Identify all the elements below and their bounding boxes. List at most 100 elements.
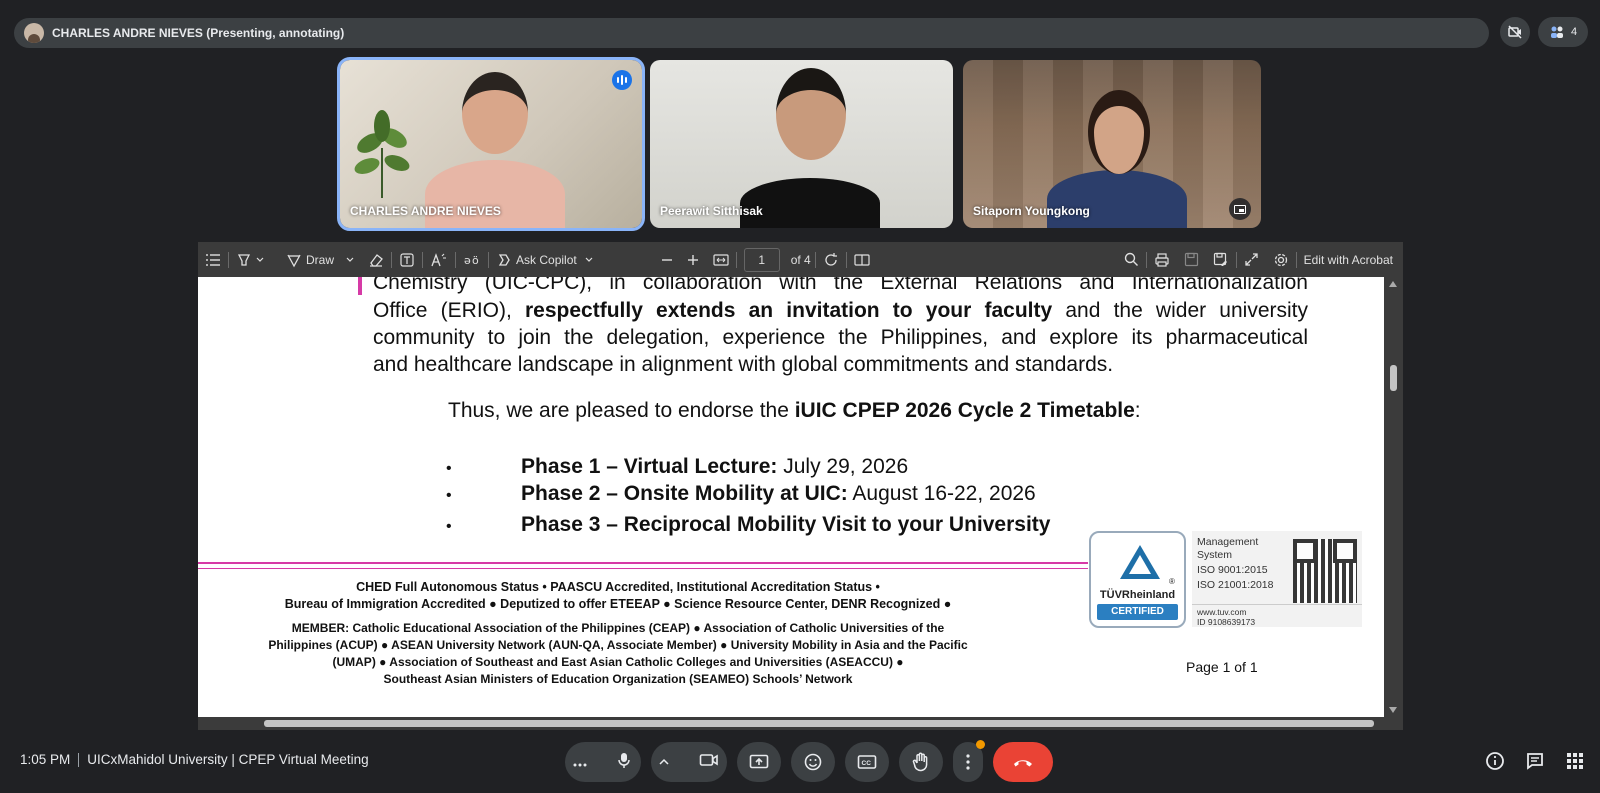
camera-button[interactable]: [699, 752, 719, 773]
mgmt-line: Management: [1197, 536, 1259, 548]
participant-head: [1088, 90, 1150, 174]
copilot-icon: [498, 253, 510, 266]
id-line: ID 9108639173: [1197, 617, 1256, 627]
draw-button[interactable]: Draw: [279, 242, 361, 277]
tuv-certified: CERTIFIED: [1097, 604, 1178, 620]
video-tile-1[interactable]: CHARLES ANDRE NIEVES: [337, 57, 645, 231]
video-tile-2[interactable]: Peerawit Sitthisak: [650, 60, 953, 228]
reactions-button[interactable]: [791, 742, 835, 782]
phase-title: Phase 1 – Virtual Lecture:: [521, 455, 778, 478]
bullet: •: [446, 518, 452, 535]
video-tile-3[interactable]: Sitaporn Youngkong: [963, 60, 1261, 228]
phase-title: Phase 3 – Reciprocal Mobility Visit to y…: [521, 513, 1051, 536]
raise-hand-button[interactable]: [899, 742, 943, 782]
search-button[interactable]: [1117, 242, 1146, 277]
presenter-bar: CHARLES ANDRE NIEVES (Presenting, annota…: [14, 18, 1489, 48]
search-icon: [1124, 252, 1138, 266]
apps-grid-icon: [1567, 753, 1583, 769]
audio-options-button[interactable]: [573, 754, 587, 770]
captions-button[interactable]: CC: [845, 742, 889, 782]
translate-button[interactable]: əö: [456, 242, 488, 277]
fullscreen-button[interactable]: [1237, 242, 1266, 277]
rotate-button[interactable]: [816, 242, 846, 277]
footer-line: Southeast Asian Ministers of Education O…: [383, 672, 853, 686]
tuv-site: www.tuv.com ID 9108639173: [1197, 607, 1255, 627]
management-system-box: Management System ISO 9001:2015 ISO 2100…: [1192, 531, 1362, 627]
page-number-field[interactable]: 1: [737, 242, 787, 277]
side-panel-buttons: [1484, 750, 1586, 772]
footer-rule: [198, 568, 1088, 569]
membership-footer: MEMBER: Catholic Educational Association…: [198, 620, 1038, 688]
zoom-out-button[interactable]: [654, 242, 680, 277]
highlight-button[interactable]: [229, 242, 271, 277]
tuv-registered: ®: [1169, 577, 1175, 586]
pip-icon[interactable]: [1229, 198, 1251, 220]
svg-text:ə: ə: [464, 254, 471, 267]
page-number-input[interactable]: 1: [743, 247, 780, 272]
microphone-button[interactable]: [615, 751, 633, 774]
page-view-button[interactable]: [847, 242, 877, 277]
people-icon: [1550, 26, 1563, 38]
top-right-controls: 4: [1500, 17, 1588, 47]
ask-copilot-button[interactable]: Ask Copilot: [489, 242, 600, 277]
save-button[interactable]: [1177, 242, 1206, 277]
chat-button[interactable]: [1524, 750, 1546, 772]
chat-icon: [1527, 753, 1543, 770]
meeting-details-button[interactable]: [1484, 750, 1506, 772]
hide-self-view-button[interactable]: [1500, 17, 1530, 47]
list-icon: [206, 253, 220, 266]
divider: [1192, 604, 1362, 605]
phase-item: Phase 1 – Virtual Lecture: July 29, 2026: [521, 455, 908, 479]
pdf-page: Chemistry (UIC-CPC), in collaboration wi…: [198, 277, 1384, 717]
meeting-info: 1:05 PM UICxMahidol University | CPEP Vi…: [20, 752, 369, 767]
para-bold-text: respectfully extends an invitation to yo…: [525, 299, 1053, 322]
text-box-icon: [400, 252, 414, 267]
eraser-icon: [370, 253, 383, 267]
leave-call-button[interactable]: [993, 742, 1053, 782]
video-options-button[interactable]: [659, 753, 669, 771]
rotate-icon: [825, 252, 837, 266]
minus-icon: [661, 258, 672, 261]
footer-line: MEMBER: Catholic Educational Association…: [291, 621, 945, 635]
camera-icon: [699, 753, 718, 766]
meeting-controls-bar: 1:05 PM UICxMahidol University | CPEP Vi…: [0, 740, 1600, 790]
erase-button[interactable]: [361, 242, 391, 277]
meeting-time: 1:05 PM: [20, 752, 71, 767]
scroll-down-icon[interactable]: [1389, 707, 1397, 713]
participant-head: [462, 72, 528, 154]
scroll-thumb[interactable]: [264, 720, 1374, 727]
qr-code: [1293, 539, 1357, 603]
horizontal-scrollbar[interactable]: [198, 717, 1403, 730]
present-button[interactable]: [737, 742, 781, 782]
contents-button[interactable]: [198, 242, 228, 277]
edit-label: Edit with Acrobat: [1303, 252, 1393, 267]
fit-page-button[interactable]: [706, 242, 736, 277]
tile-name: CHARLES ANDRE NIEVES: [350, 204, 501, 218]
present-screen-icon: [749, 754, 769, 769]
phase-title: Phase 2 – Onsite Mobility at UIC:: [521, 482, 848, 505]
footer-line: CHED Full Autonomous Status • PAASCU Acc…: [356, 580, 880, 594]
vertical-scrollbar[interactable]: [1384, 277, 1403, 717]
tile-name: Sitaporn Youngkong: [973, 204, 1090, 218]
call-controls: CC: [565, 740, 1053, 782]
video-control: [651, 742, 727, 782]
save-icon: [1184, 252, 1198, 267]
notification-dot: [976, 740, 985, 749]
participants-button[interactable]: 4: [1538, 17, 1588, 47]
read-aloud-button[interactable]: [423, 242, 455, 277]
save-as-button[interactable]: [1206, 242, 1236, 277]
iso-line: ISO 9001:2015: [1197, 564, 1268, 576]
meet-stage: CHARLES ANDRE NIEVES (Presenting, annota…: [0, 0, 1600, 793]
scroll-up-icon[interactable]: [1389, 281, 1397, 287]
edit-with-acrobat-button[interactable]: Edit with Acrobat: [1297, 242, 1403, 277]
activities-button[interactable]: [1564, 750, 1586, 772]
more-options-button[interactable]: [953, 740, 985, 782]
settings-button[interactable]: [1266, 242, 1296, 277]
more-vert-icon: [966, 754, 970, 770]
print-button[interactable]: [1147, 242, 1177, 277]
chevron-down-icon: [585, 257, 593, 262]
text-box-button[interactable]: [392, 242, 422, 277]
page-of-label: Page 1 of 1: [1186, 659, 1258, 675]
zoom-in-button[interactable]: [680, 242, 706, 277]
scroll-thumb[interactable]: [1390, 365, 1397, 391]
